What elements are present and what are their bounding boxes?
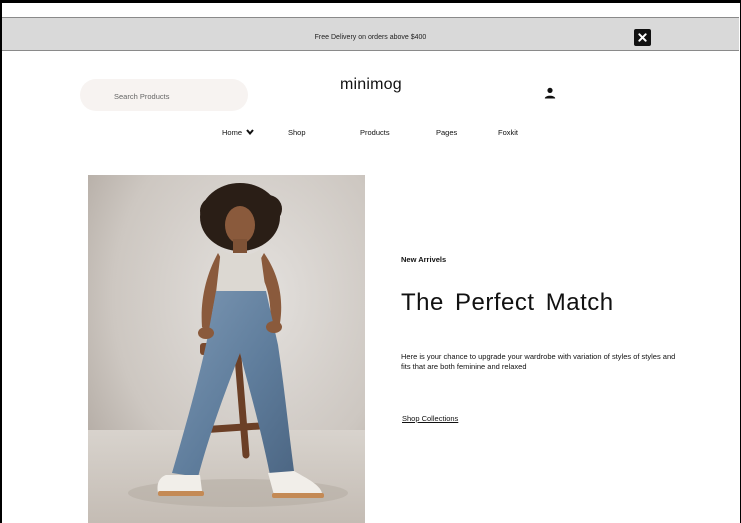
announcement-text: Free Delivery on orders above $400 (314, 34, 427, 41)
brand-logo[interactable]: minimog (340, 76, 402, 94)
close-announcement-button[interactable] (634, 29, 651, 46)
user-icon (544, 87, 556, 99)
search-input[interactable] (114, 91, 234, 101)
search-box[interactable] (80, 79, 248, 111)
hero-headline: The Perfect Match (401, 289, 614, 316)
nav-item-label: Shop (288, 128, 306, 137)
nav-item-label: Products (360, 128, 390, 137)
account-button[interactable] (544, 86, 556, 99)
nav-item-shop[interactable]: Shop (288, 128, 306, 137)
hero-image (88, 175, 365, 523)
nav-item-pages[interactable]: Pages (436, 128, 457, 137)
shop-collections-link[interactable]: Shop Collections (402, 414, 458, 423)
nav-item-home[interactable]: Home (222, 128, 254, 137)
chevron-down-icon (246, 128, 254, 137)
hero-description: Here is your chance to upgrade your ward… (401, 352, 676, 371)
close-icon (638, 33, 647, 42)
nav-item-label: Foxkit (498, 128, 519, 137)
nav-item-label: Home (222, 128, 243, 137)
announcement-bar: Free Delivery on orders above $400 (2, 17, 739, 51)
nav-item-products[interactable]: Products (360, 128, 390, 137)
nav-item-label: Pages (436, 128, 458, 137)
nav-item-foxkit[interactable]: Foxkit (498, 128, 518, 137)
hero-eyebrow: New Arrivels (401, 255, 447, 264)
